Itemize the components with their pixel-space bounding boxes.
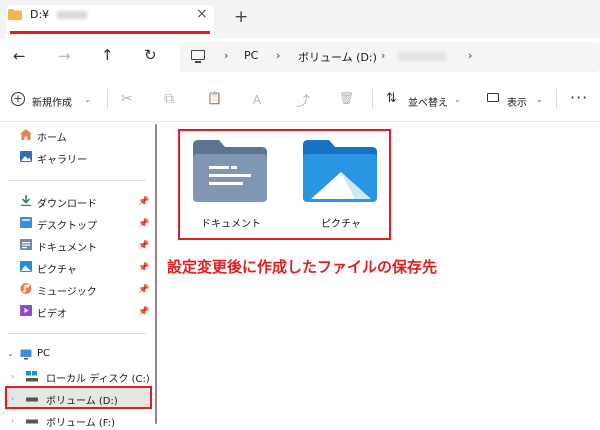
highlight-box-folders bbox=[178, 129, 391, 240]
sidebar-item-gallery[interactable]: ギャラリー bbox=[37, 151, 87, 166]
chevron-right-icon[interactable]: › bbox=[11, 416, 14, 425]
sidebar-item-music[interactable]: ミュージック bbox=[37, 283, 97, 298]
address-bar[interactable] bbox=[180, 42, 600, 72]
paste-icon[interactable]: 📋 bbox=[207, 91, 222, 105]
chevron-right-icon: › bbox=[468, 49, 473, 62]
sidebar-item-drive-f[interactable]: ボリューム (F:) bbox=[46, 414, 115, 429]
toolbar-divider bbox=[556, 89, 557, 109]
up-arrow-icon[interactable]: ↑ bbox=[101, 46, 114, 64]
view-button[interactable]: 表示 bbox=[507, 94, 527, 109]
tab-title: D:¥ bbox=[30, 8, 50, 21]
desktop-icon bbox=[20, 217, 32, 228]
drive-c-icon bbox=[26, 371, 38, 382]
refresh-icon[interactable]: ↻ bbox=[144, 46, 157, 64]
sidebar-divider bbox=[8, 180, 146, 181]
more-options-icon[interactable]: ··· bbox=[570, 88, 588, 107]
chevron-right-icon: › bbox=[224, 49, 229, 62]
home-icon bbox=[20, 129, 32, 140]
copy-icon[interactable]: ⧉ bbox=[164, 91, 174, 107]
sidebar-item-home[interactable]: ホーム bbox=[37, 129, 67, 144]
sidebar-item-pictures[interactable]: ピクチャ bbox=[37, 261, 77, 276]
view-icon[interactable] bbox=[487, 93, 499, 102]
chevron-down-icon[interactable]: ⌄ bbox=[84, 95, 91, 104]
chevron-right-icon: › bbox=[276, 49, 281, 62]
breadcrumb-pc[interactable]: PC bbox=[244, 49, 258, 62]
sort-icon[interactable]: ⇅ bbox=[386, 91, 397, 106]
pc-icon-stand bbox=[195, 61, 201, 63]
sidebar-divider bbox=[8, 333, 146, 334]
pin-icon[interactable]: 📌 bbox=[138, 219, 149, 229]
videos-icon bbox=[20, 305, 32, 316]
annotation-text: 設定変更後に作成したファイルの保存先 bbox=[167, 258, 438, 276]
highlight-box-drive-d bbox=[5, 386, 152, 409]
pictures-icon bbox=[20, 261, 32, 272]
new-button[interactable]: 新規作成 bbox=[32, 94, 72, 109]
music-icon bbox=[20, 283, 32, 294]
close-tab-icon[interactable]: × bbox=[196, 6, 208, 22]
sidebar-item-pc[interactable]: PC bbox=[37, 348, 50, 359]
sidebar-item-desktop[interactable]: デスクトップ bbox=[37, 217, 97, 232]
share-icon[interactable]: ⤴ bbox=[296, 91, 310, 111]
pin-icon[interactable]: 📌 bbox=[138, 285, 149, 295]
chevron-down-icon[interactable]: ⌄ bbox=[454, 95, 461, 104]
pin-icon[interactable]: 📌 bbox=[138, 263, 149, 273]
sidebar-item-videos[interactable]: ビデオ bbox=[37, 305, 67, 320]
pin-icon[interactable]: 📌 bbox=[138, 197, 149, 207]
sort-button[interactable]: 並べ替え bbox=[408, 94, 448, 109]
chevron-down-icon[interactable]: ⌄ bbox=[7, 349, 14, 358]
pin-icon[interactable]: 📌 bbox=[138, 241, 149, 251]
toolbar-divider bbox=[107, 89, 108, 109]
pin-icon[interactable]: 📌 bbox=[138, 307, 149, 317]
download-icon bbox=[21, 195, 31, 206]
forward-arrow-icon[interactable]: → bbox=[58, 47, 71, 65]
redacted-text bbox=[57, 11, 87, 19]
back-arrow-icon[interactable]: ← bbox=[13, 47, 26, 65]
folder-icon bbox=[8, 9, 22, 20]
gallery-icon bbox=[20, 151, 32, 162]
toolbar-divider bbox=[372, 89, 373, 109]
chevron-right-icon[interactable]: › bbox=[11, 372, 14, 381]
cut-icon[interactable]: ✂ bbox=[121, 91, 133, 107]
chevron-down-icon[interactable]: ⌄ bbox=[536, 95, 543, 104]
highlight-underline bbox=[10, 31, 210, 34]
rename-icon[interactable]: Ａ bbox=[251, 91, 263, 108]
documents-icon bbox=[20, 239, 32, 250]
sidebar-item-downloads[interactable]: ダウンロード bbox=[37, 195, 97, 210]
breadcrumb-volume-d[interactable]: ボリューム (D:) bbox=[298, 49, 377, 65]
chevron-right-icon: › bbox=[381, 49, 386, 62]
plus-icon[interactable]: + bbox=[11, 92, 25, 106]
redacted-text bbox=[398, 52, 446, 61]
pc-icon bbox=[20, 349, 32, 360]
drive-f-icon bbox=[26, 419, 38, 424]
new-tab-icon[interactable]: + bbox=[234, 7, 248, 27]
sidebar-item-documents[interactable]: ドキュメント bbox=[37, 239, 97, 254]
delete-icon[interactable]: 🗑 bbox=[339, 91, 354, 105]
pc-icon bbox=[191, 50, 205, 60]
sidebar-item-drive-c[interactable]: ローカル ディスク (C:) bbox=[46, 370, 150, 385]
